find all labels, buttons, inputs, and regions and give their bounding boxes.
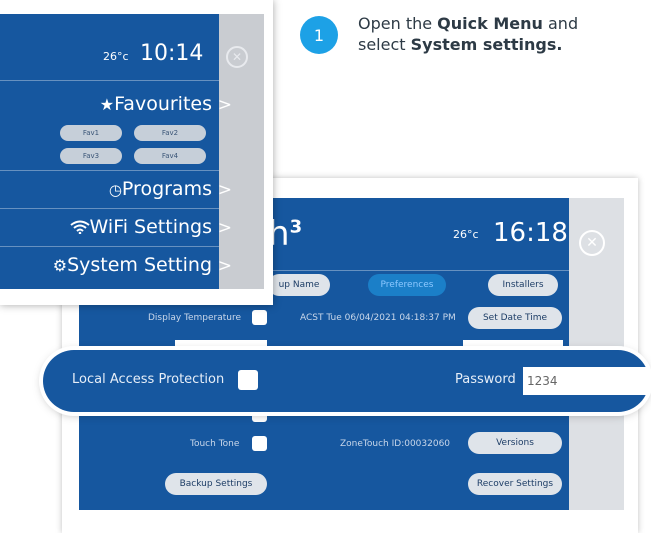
step-number-badge: 1 (300, 16, 338, 54)
step-instruction: Open the Quick Menu and select System se… (358, 13, 648, 55)
local-access-protection-checkbox[interactable] (238, 370, 258, 390)
menu-item-programs-label: Programs (121, 178, 212, 200)
menu-item-favourites-text: ★Favourites (100, 93, 212, 115)
password-label: Password (455, 372, 516, 387)
menu-item-system-text: ⚙System Setting (53, 254, 212, 276)
clock-icon: ◷ (108, 181, 122, 199)
wifi-icon (69, 220, 90, 234)
gear-icon: ⚙ (52, 256, 68, 275)
step-bold-2: System settings. (410, 35, 563, 54)
touch-tone-checkbox[interactable] (252, 436, 267, 451)
display-temperature-label: Display Temperature (148, 313, 242, 323)
password-value: 1234 (527, 374, 558, 388)
chevron-right-icon: > (217, 180, 232, 200)
step-bold-1: Quick Menu (437, 14, 543, 33)
tab-name[interactable]: up Name (268, 274, 330, 296)
chevron-right-icon: > (217, 256, 232, 276)
fav4-button[interactable]: Fav4 (134, 148, 206, 164)
step-text-2: and (542, 14, 579, 33)
versions-button[interactable]: Versions (468, 432, 562, 454)
star-icon: ★ (99, 95, 115, 114)
menu-divider (0, 208, 219, 209)
menu-divider (0, 170, 219, 171)
fav1-button[interactable]: Fav1 (60, 125, 122, 141)
chevron-right-icon: > (217, 95, 232, 115)
set-date-time-button[interactable]: Set Date Time (468, 307, 562, 329)
quick-menu-clock: 10:14 (140, 41, 204, 66)
step-text-1: Open the (358, 14, 438, 33)
zonetouch-id-text: ZoneTouch ID:00032060 (340, 439, 451, 449)
temperature-readout: 26°c (453, 228, 479, 241)
backup-settings-button[interactable]: Backup Settings (165, 473, 267, 495)
menu-item-programs[interactable]: ◷Programs > (0, 172, 264, 209)
tab-installers[interactable]: Installers (488, 274, 558, 296)
tab-preferences[interactable]: Preferences (368, 274, 446, 296)
menu-item-programs-text: ◷Programs (109, 178, 212, 200)
menu-item-wifi-text: WiFi Settings (69, 216, 212, 238)
fav2-button[interactable]: Fav2 (134, 125, 206, 141)
menu-item-system-label: System Setting (67, 254, 212, 276)
step-text-3: select (358, 35, 411, 54)
menu-item-favourites-label: Favourites (114, 93, 212, 115)
menu-item-wifi-settings[interactable]: WiFi Settings > (0, 210, 264, 247)
recover-settings-button[interactable]: Recover Settings (468, 473, 562, 495)
menu-item-wifi-label: WiFi Settings (89, 216, 212, 238)
close-icon[interactable]: ✕ (226, 46, 248, 68)
local-access-protection-label: Local Access Protection (72, 372, 225, 387)
menu-item-system-setting[interactable]: ⚙System Setting > (0, 248, 264, 285)
clock-readout: 16:18 (493, 218, 568, 248)
chevron-right-icon: > (217, 218, 232, 238)
menu-item-favourites[interactable]: ★Favourites > (0, 87, 264, 124)
quick-menu-header-divider (0, 80, 219, 81)
quick-menu-temperature: 26°c (103, 50, 129, 63)
touch-tone-label: Touch Tone (190, 439, 240, 449)
app-logo: h3 (268, 214, 302, 254)
close-icon[interactable]: ✕ (579, 230, 605, 256)
date-time-text: ACST Tue 06/04/2021 04:18:37 PM (300, 313, 456, 323)
logo-superscript: 3 (289, 216, 303, 238)
display-temperature-checkbox[interactable] (252, 310, 267, 325)
partial-checkbox[interactable] (252, 412, 267, 422)
menu-divider (0, 246, 219, 247)
fav3-button[interactable]: Fav3 (60, 148, 122, 164)
